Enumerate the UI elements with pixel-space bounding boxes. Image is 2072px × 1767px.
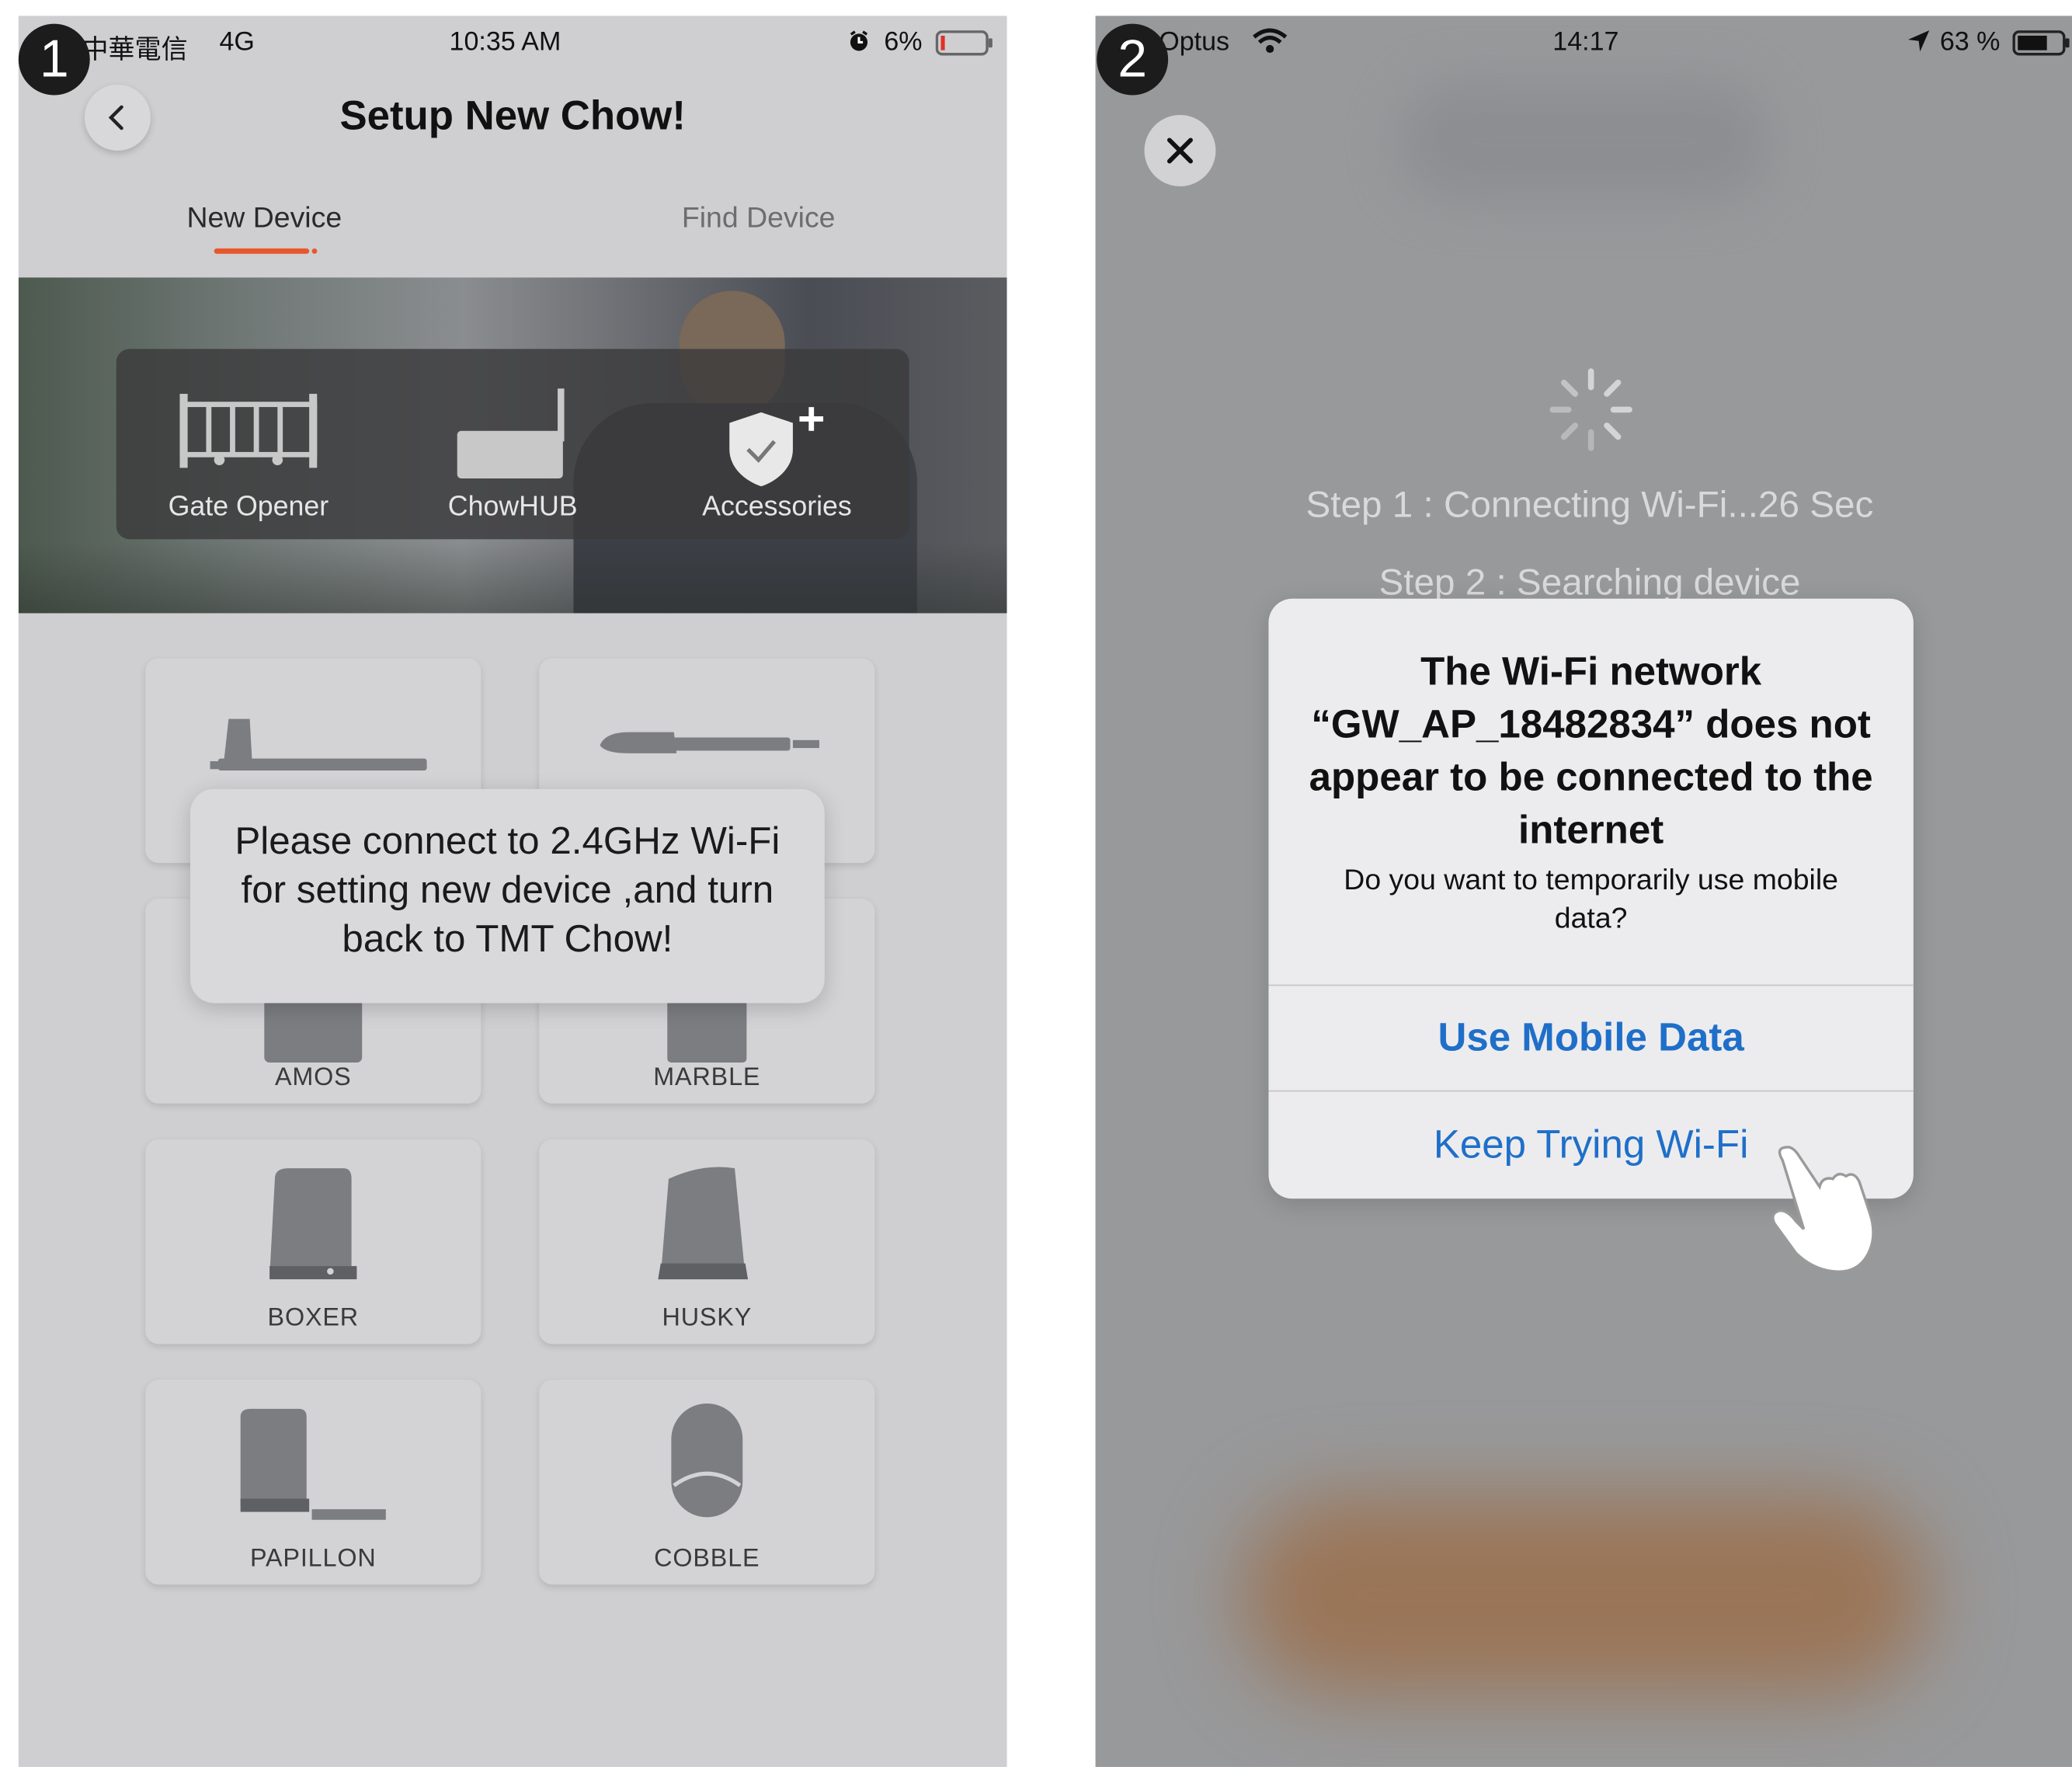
battery-icon: [2012, 30, 2070, 64]
phone-screen-connecting: Optus 14:17 63 % Step 1 : Connecting Wi-…: [1095, 16, 2072, 1767]
device-card-cobble[interactable]: COBBLE: [539, 1379, 875, 1585]
status-bar: 中華電信 4G 10:35 AM 6%: [19, 16, 1007, 68]
gate-arm-device-icon: [210, 718, 427, 770]
carrier-label: Optus: [1159, 27, 1230, 57]
page-title: Setup New Chow!: [339, 92, 686, 139]
hand-pointer-icon: [1771, 1146, 1875, 1273]
screenshot-root: 中華電信 4G 10:35 AM 6% Setup New Chow! New …: [0, 0, 2072, 1767]
close-button[interactable]: [1144, 115, 1216, 186]
device-label: PAPILLON: [249, 1545, 377, 1573]
device-label: HUSKY: [662, 1304, 753, 1333]
clock: 10:35 AM: [449, 27, 561, 57]
blurred-button: [1240, 1496, 1928, 1695]
device-label: BOXER: [267, 1304, 359, 1333]
carrier-label: 中華電信: [82, 35, 188, 65]
wifi-alert-dialog: The Wi-Fi network “GW_AP_18482834” does …: [1268, 598, 1914, 1199]
device-card-boxer[interactable]: BOXER: [145, 1139, 481, 1344]
blurred-header: [1399, 82, 1770, 201]
category-panel: Gate Opener ChowHUB Accessories: [116, 349, 909, 540]
battery-percent: 6%: [884, 27, 923, 57]
phone-screen-setup: 中華電信 4G 10:35 AM 6% Setup New Chow! New …: [18, 16, 1007, 1767]
status-bar: Optus 14:17 63 %: [1096, 16, 2072, 68]
banner-shade: [18, 541, 1007, 614]
shield-plus-icon: [729, 407, 824, 487]
battery-percent: 63 %: [1939, 27, 2001, 57]
tab-new-device[interactable]: New Device: [145, 201, 383, 235]
step2-status: Step 2 : Searching device: [1378, 562, 1801, 603]
loading-spinner-icon: [1549, 368, 1632, 451]
step-badge-1: 1: [18, 23, 90, 96]
alert-title: The Wi-Fi network “GW_AP_18482834” does …: [1309, 650, 1873, 853]
papillon-device-icon: [240, 1408, 386, 1520]
device-card-husky[interactable]: HUSKY: [539, 1139, 875, 1344]
use-mobile-data-button[interactable]: Use Mobile Data: [1268, 986, 1913, 1090]
hero-banner: Gate Opener ChowHUB Accessories: [18, 277, 1007, 614]
tab-find-device[interactable]: Find Device: [640, 201, 878, 235]
step1-status: Step 1 : Connecting Wi-Fi...26 Sec: [1305, 483, 1874, 525]
clock: 14:17: [1552, 27, 1619, 57]
tab-active-indicator: [214, 248, 310, 254]
slim-arm-device-icon: [600, 732, 819, 753]
close-icon: [1166, 137, 1193, 164]
wifi-icon: [1251, 26, 1288, 64]
location-arrow-icon: [1907, 29, 1931, 61]
category-label: Accessories: [702, 491, 852, 523]
device-card-papillon[interactable]: PAPILLON: [145, 1379, 481, 1585]
category-label: Gate Opener: [168, 491, 329, 523]
battery-icon: [935, 30, 994, 64]
alert-message: Do you want to temporarily use mobile da…: [1344, 863, 1838, 934]
device-label: MARBLE: [653, 1063, 761, 1092]
husky-device-icon: [658, 1167, 749, 1280]
category-label: ChowHUB: [447, 491, 578, 523]
network-label: 4G: [219, 27, 255, 57]
tab-indicator-dot: [311, 248, 318, 254]
boxer-device-icon: [269, 1168, 357, 1280]
category-accessories[interactable]: Accessories: [645, 349, 909, 539]
hub-icon: [457, 388, 565, 478]
alarm-icon: [847, 29, 871, 61]
category-gate-opener[interactable]: Gate Opener: [116, 349, 381, 539]
wifi-toast-message: Please connect to 2.4GHz Wi-Fi for setti…: [190, 788, 825, 1004]
category-chowhub[interactable]: ChowHUB: [381, 349, 645, 539]
device-label: AMOS: [274, 1063, 352, 1092]
gate-opener-icon: [179, 394, 318, 468]
cobble-device-icon: [671, 1404, 743, 1518]
step-badge-2: 2: [1097, 23, 1169, 96]
device-label: COBBLE: [654, 1545, 760, 1573]
